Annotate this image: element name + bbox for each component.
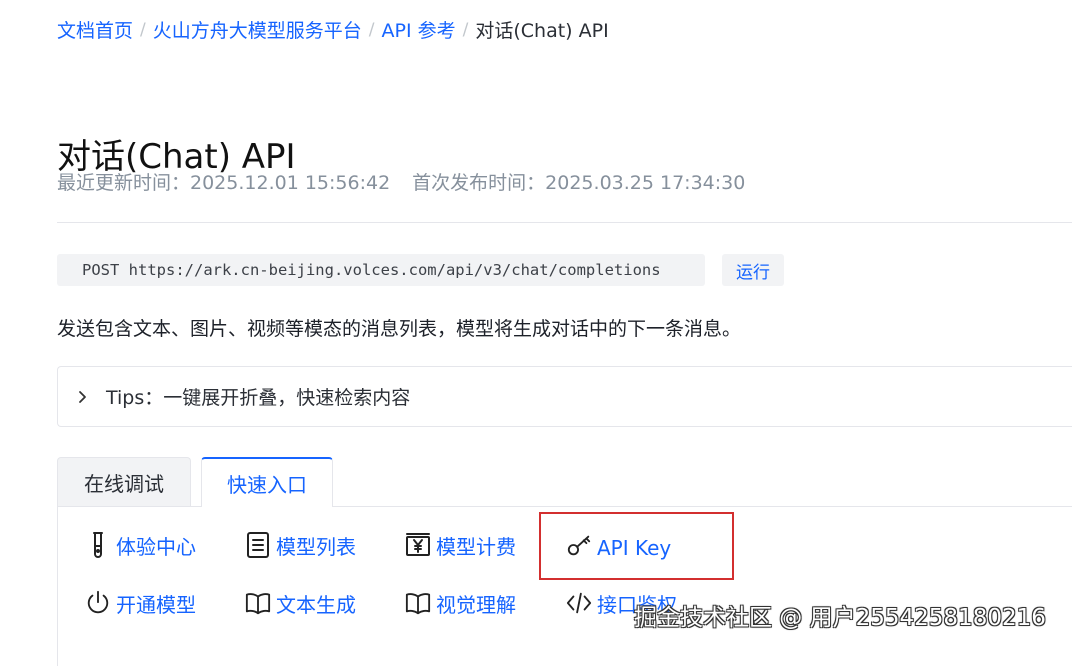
watermark: 掘金技术社区 @ 用户2554258180216 — [634, 605, 1046, 631]
link-text-generation[interactable]: 文本生成 — [245, 588, 356, 618]
link-experience-center[interactable]: 体验中心 — [85, 530, 196, 560]
link-model-pricing[interactable]: 模型计费 — [405, 530, 516, 560]
updated-time: 最近更新时间：2025.12.01 15:56:42 — [57, 172, 391, 194]
breadcrumb-separator: / — [140, 19, 146, 40]
link-model-list[interactable]: 模型列表 — [245, 530, 356, 560]
link-label: 模型列表 — [276, 535, 356, 559]
power-icon — [85, 588, 111, 618]
breadcrumb-separator: / — [368, 19, 375, 40]
breadcrumb-ark-platform[interactable]: 火山方舟大模型服务平台 — [153, 16, 362, 43]
breadcrumb-docs-home[interactable]: 文档首页 — [57, 16, 133, 43]
code-icon — [566, 588, 592, 618]
link-activate-model[interactable]: 开通模型 — [85, 588, 196, 618]
link-visual-understanding[interactable]: 视觉理解 — [405, 588, 516, 618]
open-book-icon — [405, 588, 431, 618]
breadcrumb: 文档首页 / 火山方舟大模型服务平台 / API 参考 / 对话(Chat) A… — [57, 16, 609, 43]
endpoint-code: POST https://ark.cn-beijing.volces.com/a… — [57, 254, 705, 286]
open-book-icon — [245, 588, 271, 618]
link-label: 文本生成 — [276, 593, 356, 617]
tab-quick-entry[interactable]: 快速入口 — [201, 457, 333, 507]
run-button[interactable]: 运行 — [722, 254, 784, 286]
link-label: 视觉理解 — [436, 593, 516, 617]
api-key-highlight — [539, 512, 734, 580]
published-time: 首次发布时间：2025.03.25 17:34:30 — [412, 172, 746, 194]
test-tube-icon — [85, 530, 111, 560]
tips-collapse[interactable]: Tips：一键展开折叠，快速检索内容 — [57, 366, 1072, 427]
tab-online-debug[interactable]: 在线调试 — [57, 457, 191, 507]
tips-label: Tips：一键展开折叠，快速检索内容 — [106, 387, 411, 409]
link-label: 开通模型 — [116, 593, 196, 617]
chevron-right-icon — [75, 390, 97, 404]
yen-billing-icon — [405, 530, 431, 560]
link-label: 体验中心 — [116, 535, 196, 559]
page-meta: 最近更新时间：2025.12.01 15:56:42 首次发布时间：2025.03… — [57, 168, 745, 195]
breadcrumb-api-reference[interactable]: API 参考 — [382, 16, 456, 43]
divider — [57, 222, 1072, 223]
breadcrumb-separator: / — [462, 19, 469, 40]
breadcrumb-current: 对话(Chat) API — [475, 20, 609, 42]
api-description: 发送包含文本、图片、视频等模态的消息列表，模型将生成对话中的下一条消息。 — [57, 318, 742, 340]
list-document-icon — [245, 530, 271, 560]
link-label: 模型计费 — [436, 535, 516, 559]
